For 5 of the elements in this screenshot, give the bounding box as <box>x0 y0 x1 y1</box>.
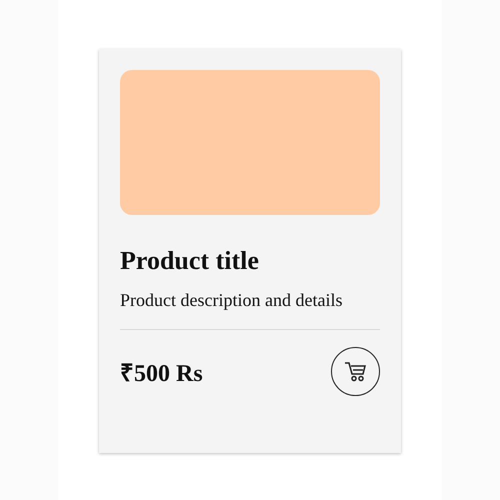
product-description: Product description and details <box>120 289 344 312</box>
add-to-cart-button[interactable] <box>331 347 380 396</box>
product-price: ₹500 Rs <box>120 360 203 388</box>
product-title: Product title <box>120 245 260 277</box>
cart-icon <box>344 360 368 382</box>
